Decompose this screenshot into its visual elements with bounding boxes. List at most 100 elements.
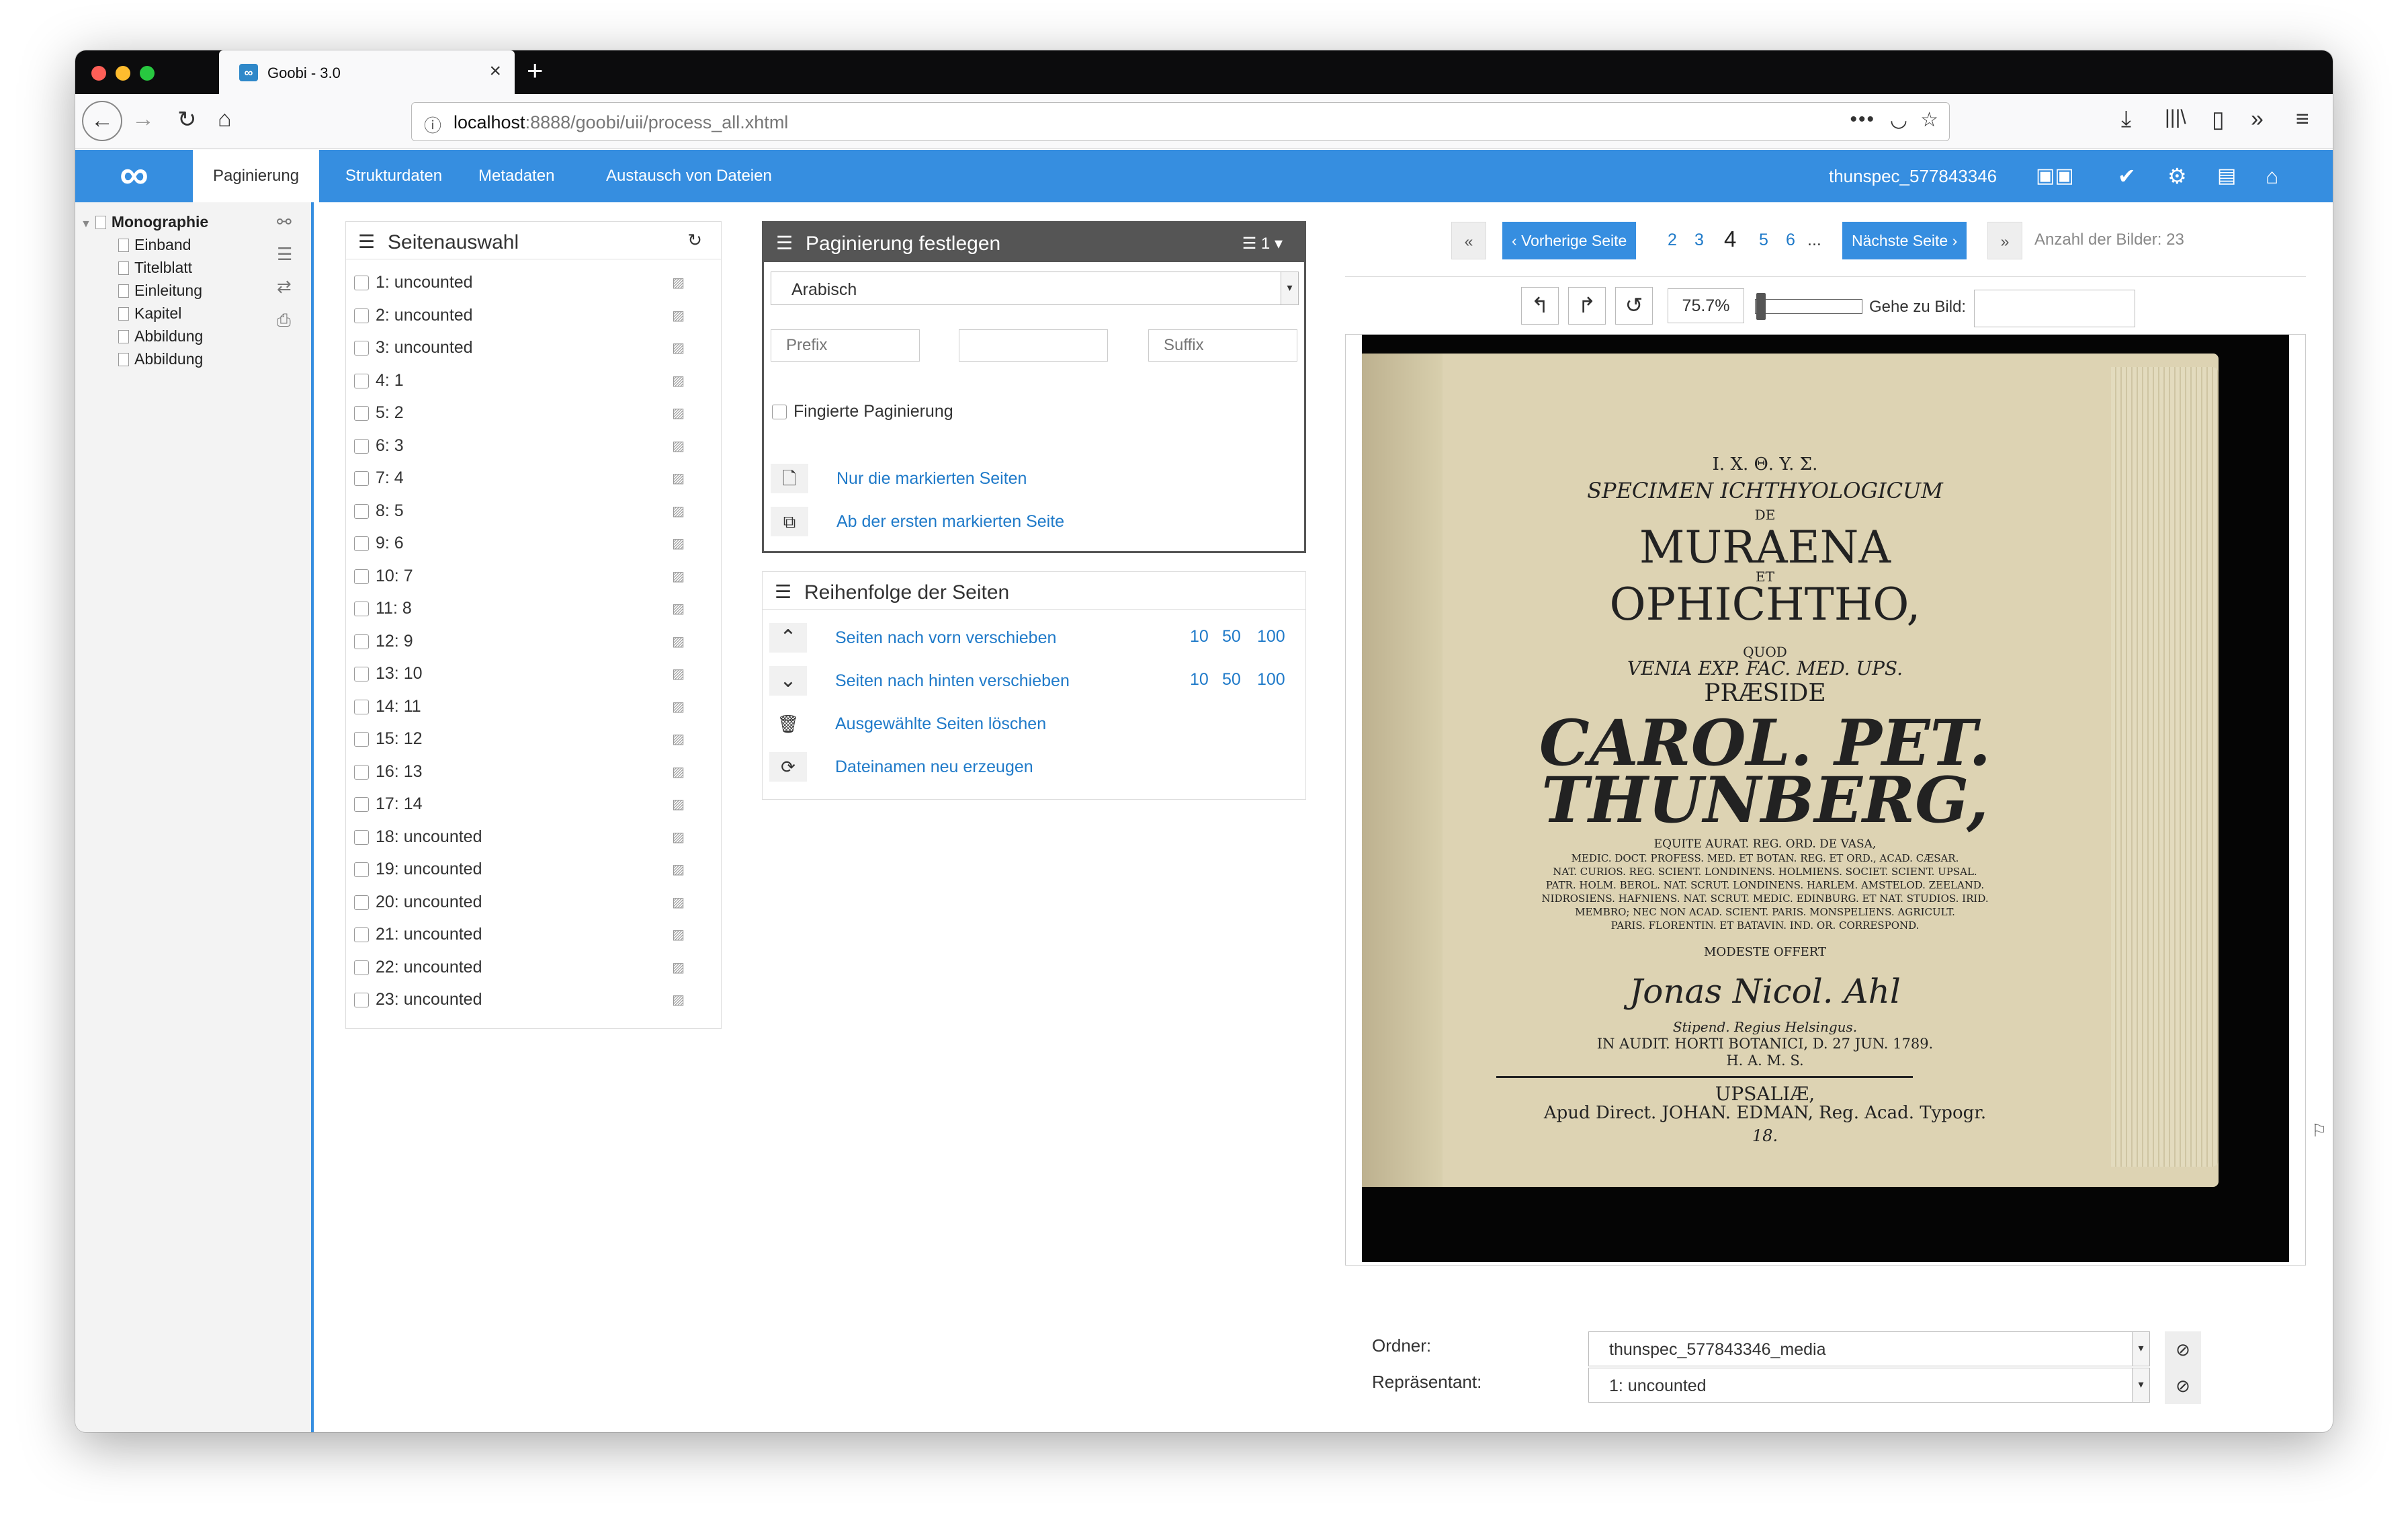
page-checkbox[interactable]	[354, 276, 369, 290]
downloads-icon[interactable]: ⤓	[2121, 106, 2131, 132]
page-list-item[interactable]: 4: 1 ▨	[354, 371, 710, 390]
suffix-input[interactable]	[1148, 329, 1297, 362]
page-checkbox[interactable]	[354, 341, 369, 356]
page-list-item[interactable]: 10: 7 ▨	[354, 567, 710, 586]
pocket-icon[interactable]: ◡	[1890, 108, 1907, 132]
bookmark-icon[interactable]: ⚐	[2311, 1120, 2327, 1141]
reset-rotation-icon[interactable]: ↺	[1615, 287, 1653, 325]
page-checkbox[interactable]	[354, 634, 369, 649]
previous-page-button[interactable]: ‹ Vorherige Seite	[1502, 222, 1637, 259]
tree-item[interactable]: Kapitel	[118, 304, 181, 323]
page-actions-icon[interactable]: •••	[1850, 108, 1875, 131]
last-page-button[interactable]: »	[1987, 222, 2022, 259]
move-backward-link[interactable]: Seiten nach hinten verschieben	[835, 671, 1070, 691]
copy-pages-icon[interactable]: ⧉	[771, 507, 808, 536]
page-list-item[interactable]: 22: uncounted ▨	[354, 958, 710, 977]
page-checkbox[interactable]	[354, 373, 369, 388]
page-list-item[interactable]: 17: 14 ▨	[354, 794, 710, 814]
image-preview-icon[interactable]: ▨	[672, 861, 685, 878]
trash-icon[interactable]: 🗑	[769, 709, 807, 739]
page-checkbox[interactable]	[354, 797, 369, 812]
page-list-item[interactable]: 11: 8 ▨	[354, 599, 710, 618]
tree-item[interactable]: Titelblatt	[118, 259, 192, 277]
page-checkbox[interactable]	[354, 471, 369, 486]
swap-icon[interactable]: ⇄	[277, 276, 292, 297]
maximize-window-button[interactable]	[140, 66, 155, 81]
move-up-icon[interactable]: ⌃	[769, 623, 807, 653]
image-preview-icon[interactable]: ▨	[672, 926, 685, 943]
goobi-logo[interactable]: ∞	[75, 150, 193, 202]
tab-metadaten[interactable]: Metadaten	[458, 150, 574, 202]
image-preview-icon[interactable]: ▨	[672, 600, 685, 617]
image-preview-icon[interactable]: ▨	[672, 568, 685, 585]
image-preview-icon[interactable]: ▨	[672, 731, 685, 747]
gear-icon[interactable]: ⚙	[2167, 150, 2187, 202]
move-forward-100[interactable]: 100	[1257, 627, 1285, 647]
new-tab-icon[interactable]: +	[527, 54, 544, 87]
page-list-item[interactable]: 3: uncounted ▨	[354, 338, 710, 358]
image-preview-icon[interactable]: ▨	[672, 991, 685, 1008]
next-page-button[interactable]: Nächste Seite ›	[1842, 222, 1967, 259]
goto-image-input[interactable]	[1974, 290, 2135, 327]
pagination-type-select[interactable]: Arabisch ▾	[771, 272, 1299, 305]
overflow-chevron-icon[interactable]: »	[2251, 106, 2264, 132]
regenerate-filenames-link[interactable]: Dateinamen neu erzeugen	[835, 757, 1033, 777]
page-list-item[interactable]: 13: 10 ▨	[354, 664, 710, 684]
forward-icon[interactable]: →	[132, 106, 155, 132]
page-list-item[interactable]: 5: 2 ▨	[354, 403, 710, 423]
regenerate-icon[interactable]: ⟳	[769, 752, 807, 782]
folder-confirm-icon[interactable]: ⊘	[2165, 1331, 2201, 1368]
page-checkbox[interactable]	[354, 699, 369, 714]
list-icon[interactable]: ☰	[277, 244, 292, 265]
page-checkbox[interactable]	[354, 602, 369, 616]
move-backward-100[interactable]: 100	[1257, 670, 1285, 690]
page-checkbox[interactable]	[354, 503, 369, 519]
check-icon[interactable]: ✔	[2118, 150, 2136, 202]
tree-item[interactable]: Einleitung	[118, 282, 202, 300]
page-link[interactable]: 3	[1694, 231, 1704, 250]
move-down-icon[interactable]: ⌄	[769, 666, 807, 696]
prefix-input[interactable]	[771, 329, 920, 362]
move-forward-link[interactable]: Seiten nach vorn verschieben	[835, 628, 1056, 648]
page-link[interactable]: 6	[1786, 231, 1795, 250]
zoom-slider-thumb[interactable]	[1756, 293, 1766, 320]
page-checkbox[interactable]	[354, 993, 369, 1007]
page-list-item[interactable]: 20: uncounted ▨	[354, 893, 710, 912]
image-preview-icon[interactable]: ▨	[672, 339, 685, 356]
images-icon[interactable]: ▣▣	[2036, 150, 2074, 202]
image-preview-icon[interactable]: ▨	[672, 274, 685, 291]
page-list-item[interactable]: 6: 3 ▨	[354, 436, 710, 456]
zoom-field[interactable]: 75.7%	[1668, 288, 1744, 323]
page-checkbox[interactable]	[354, 406, 369, 421]
zoom-slider[interactable]	[1755, 293, 1862, 320]
bookmark-star-icon[interactable]: ☆	[1920, 108, 1938, 132]
page-checkbox[interactable]	[354, 308, 369, 323]
home-icon[interactable]: ⌂	[2266, 150, 2278, 202]
page-checkbox[interactable]	[354, 667, 369, 681]
first-page-button[interactable]: «	[1451, 222, 1486, 259]
tree-item[interactable]: Einband	[118, 236, 191, 254]
move-forward-10[interactable]: 10	[1190, 627, 1209, 647]
collapse-triangle-icon[interactable]: ▼	[81, 218, 91, 230]
page-checkbox[interactable]	[354, 829, 369, 845]
page-checkbox[interactable]	[354, 438, 369, 454]
page-list-item[interactable]: 1: uncounted ▨	[354, 273, 710, 292]
library-icon[interactable]: |||\	[2165, 106, 2186, 129]
page-link[interactable]: 2	[1668, 231, 1677, 250]
image-preview-icon[interactable]: ▨	[672, 698, 685, 715]
tree-item[interactable]: Abbildung	[118, 350, 203, 368]
page-list-item[interactable]: 16: 13 ▨	[354, 762, 710, 782]
hamburger-menu-icon[interactable]: ≡	[2296, 106, 2309, 132]
count-dropdown[interactable]: ☰ 1 ▾	[1242, 234, 1283, 253]
page-list-item[interactable]: 7: 4 ▨	[354, 468, 710, 488]
image-preview-icon[interactable]: ▨	[672, 470, 685, 487]
browser-tab[interactable]: ∞ Goobi - 3.0 ×	[219, 50, 515, 94]
image-preview-icon[interactable]: ▨	[672, 372, 685, 389]
image-preview-icon[interactable]: ▨	[672, 763, 685, 780]
home-icon[interactable]: ⌂	[218, 106, 232, 132]
page-list-item[interactable]: 15: 12 ▨	[354, 729, 710, 749]
image-preview-icon[interactable]: ▨	[672, 535, 685, 552]
image-preview-icon[interactable]: ▨	[672, 959, 685, 976]
reload-icon[interactable]: ↻	[177, 106, 197, 133]
url-bar[interactable]: ⓘ localhost:8888/goobi/uii/process_all.x…	[411, 102, 1950, 141]
